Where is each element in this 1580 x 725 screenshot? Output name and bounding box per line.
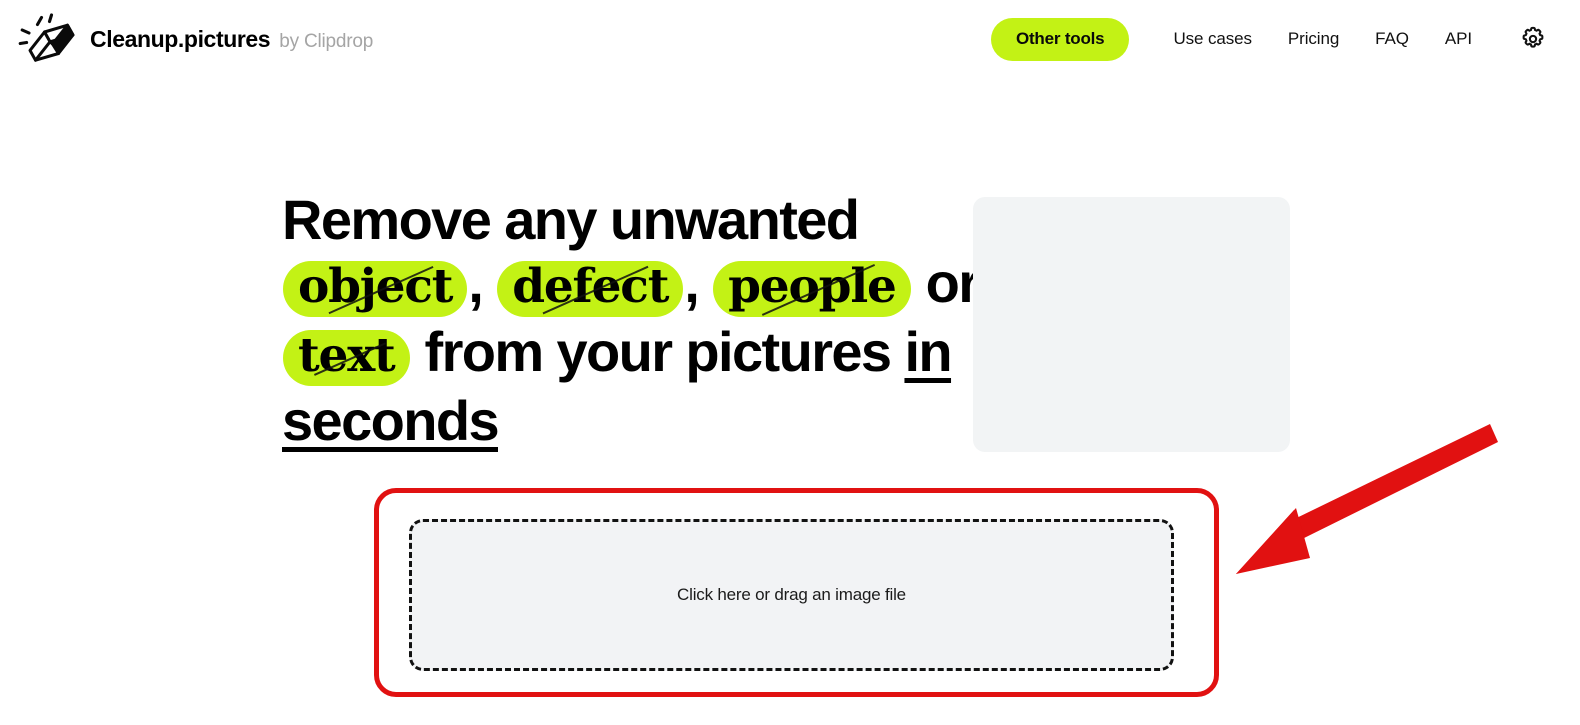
highlight-word-object: object [283,261,468,317]
headline-line-3: text from your pictures in [282,323,953,386]
highlight-word-text: text [283,329,410,386]
headline-line-4: seconds [282,392,942,449]
image-upload-dropzone[interactable]: Click here or drag an image file [409,519,1174,671]
brand-byline: by Clipdrop [279,30,374,52]
headline-comma-1: , [468,251,484,314]
gear-icon [1520,26,1546,52]
other-tools-button[interactable]: Other tools [990,17,1130,61]
nav-link-api[interactable]: API [1427,21,1490,57]
headline-or: or [925,251,980,314]
settings-button[interactable] [1514,20,1552,58]
site-header: Cleanup.pictures by Clipdrop Other tools… [0,0,1580,78]
hero-section: Remove any unwanted object, defect, peop… [282,192,980,456]
brand-text: Cleanup.pictures by Clipdrop [90,26,373,53]
page-root: Cleanup.pictures by Clipdrop Other tools… [0,0,1580,725]
highlight-word-people: people [713,261,911,317]
dropzone-label: Click here or drag an image file [677,585,906,604]
main-navigation: Other tools Use cases Pricing FAQ API [990,17,1580,61]
image-preview-placeholder [973,197,1290,452]
nav-link-pricing[interactable]: Pricing [1270,21,1357,57]
brand-logo-link[interactable]: Cleanup.pictures by Clipdrop [18,13,373,65]
brand-name: Cleanup.pictures [90,25,271,52]
annotation-highlight-box: Click here or drag an image file [374,488,1219,697]
headline-line-2: object, defect, people or [282,255,980,317]
headline-line-1: Remove any unwanted [282,192,942,248]
headline-underlined-in: in [904,319,952,383]
headline-comma-2: , [684,251,700,314]
nav-link-use-cases[interactable]: Use cases [1155,21,1269,57]
eraser-icon [18,13,76,65]
headline-text-line1: Remove any unwanted [282,188,860,251]
headline-text-line3: from your pictures [424,319,893,383]
headline-underlined-seconds: seconds [282,388,500,452]
highlight-word-defect: defect [497,261,684,317]
nav-link-faq[interactable]: FAQ [1357,21,1427,57]
page-title: Remove any unwanted object, defect, peop… [282,192,980,449]
